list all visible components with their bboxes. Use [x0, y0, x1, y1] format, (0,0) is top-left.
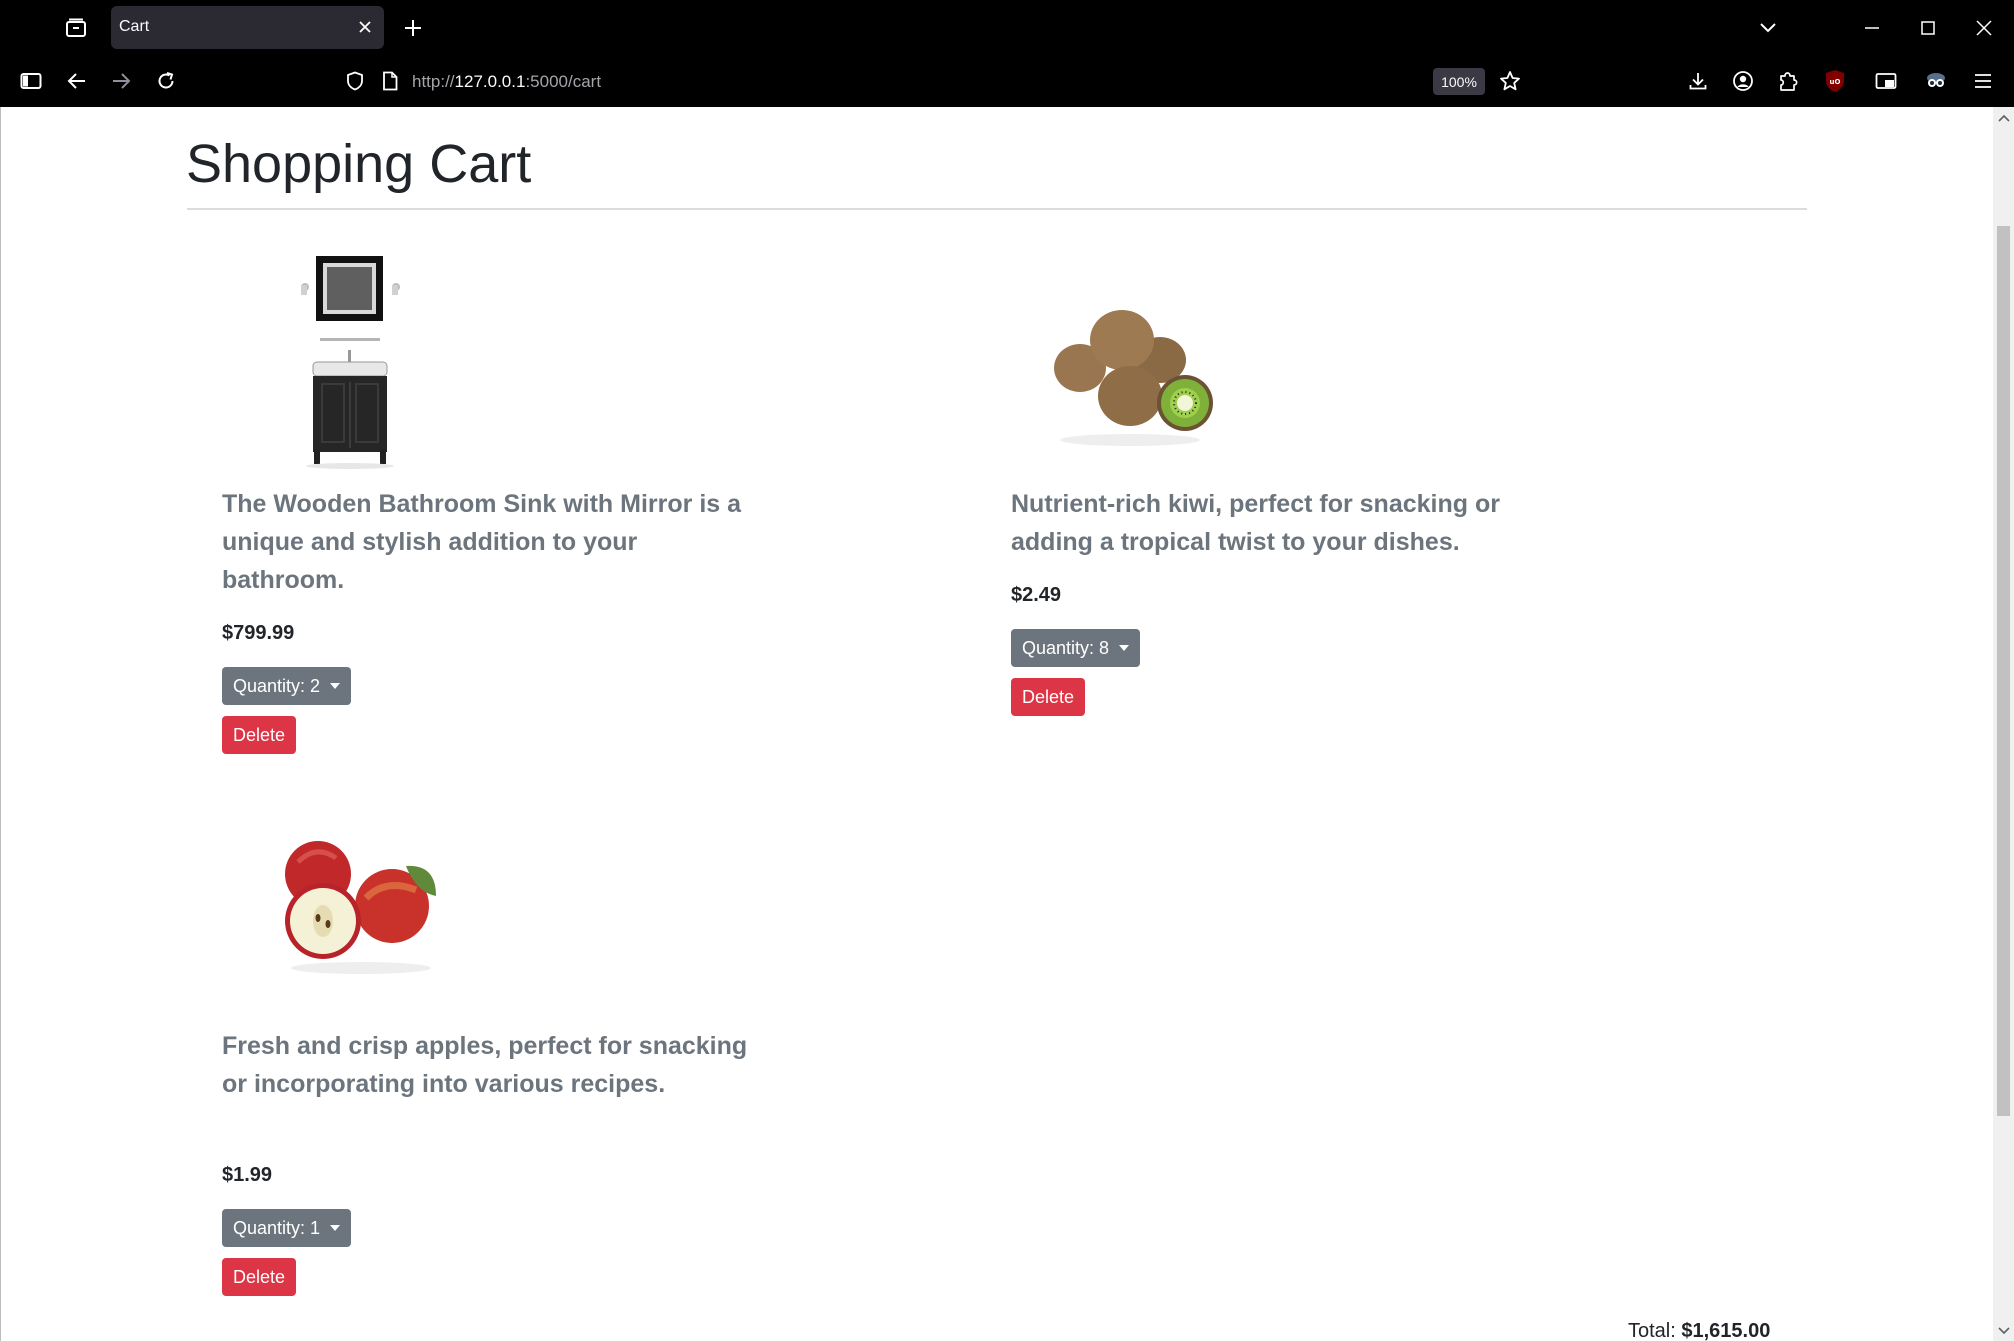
picture-in-picture-icon[interactable] [1872, 69, 1900, 93]
product-description: Fresh and crisp apples, perfect for snac… [222, 1032, 748, 1098]
product-image-bathroom-sink [270, 250, 420, 470]
url-scheme: http:// [412, 72, 455, 91]
url-bar[interactable]: http://127.0.0.1:5000/cart [412, 72, 601, 92]
app-menu-hamburger-icon[interactable] [1970, 69, 1996, 93]
product-description: Nutrient-rich kiwi, perfect for snacking… [1011, 490, 1500, 556]
cart-total: Total: $1,615.00 [1628, 1320, 1770, 1341]
total-label: Total: [1628, 1320, 1676, 1341]
product-price: $799.99 [222, 622, 295, 644]
list-all-tabs-chevron-icon[interactable] [1756, 16, 1780, 40]
scrollbar-thumb[interactable] [1997, 226, 2010, 1116]
forward-arrow-icon[interactable] [108, 69, 134, 93]
new-tab-plus-icon[interactable] [401, 16, 425, 40]
product-price: $1.99 [222, 1164, 273, 1186]
quantity-label: Quantity: 8 [1022, 637, 1110, 658]
sidebar-toggle-icon[interactable] [18, 69, 44, 93]
scroll-down-arrow-icon[interactable] [1994, 1322, 2013, 1339]
product-price: $2.49 [1011, 584, 1062, 606]
caret-down-icon [330, 1225, 341, 1231]
svg-text:uO: uO [1830, 78, 1841, 86]
url-path: :5000/cart [525, 72, 602, 91]
window-maximize-icon[interactable] [1916, 16, 1940, 40]
delete-button[interactable]: Delete [1011, 678, 1086, 716]
extensions-puzzle-icon[interactable] [1775, 69, 1801, 93]
tracking-protection-shield-icon[interactable] [343, 69, 367, 93]
delete-button[interactable]: Delete [222, 716, 297, 754]
tab-title: Cart [119, 18, 150, 35]
quantity-dropdown[interactable]: Quantity: 8 [1011, 629, 1141, 667]
delete-button[interactable]: Delete [222, 1258, 297, 1296]
window-minimize-icon[interactable] [1860, 16, 1884, 40]
downloads-icon[interactable] [1685, 69, 1711, 93]
caret-down-icon [330, 683, 341, 689]
zoom-level-badge[interactable]: 100% [1433, 68, 1485, 95]
window-close-icon[interactable] [1972, 16, 1996, 40]
scroll-up-arrow-icon[interactable] [1994, 109, 2013, 126]
bookmark-star-icon[interactable] [1497, 69, 1523, 93]
product-image-apples [276, 838, 446, 978]
quantity-dropdown[interactable]: Quantity: 1 [222, 1209, 352, 1247]
privacy-extension-icon[interactable] [1923, 69, 1949, 93]
quantity-label: Quantity: 1 [233, 1217, 321, 1238]
browser-navigation-bar [0, 56, 2014, 107]
tab-overview-icon[interactable] [62, 16, 90, 40]
quantity-label: Quantity: 2 [233, 675, 321, 696]
product-image-kiwi [1040, 300, 1220, 450]
account-icon[interactable] [1730, 69, 1756, 93]
active-tab[interactable] [111, 6, 384, 49]
tab-close-icon[interactable] [354, 16, 376, 38]
total-value: $1,615.00 [1681, 1320, 1771, 1341]
back-arrow-icon[interactable] [64, 69, 90, 93]
page-info-icon[interactable] [379, 69, 401, 93]
quantity-dropdown[interactable]: Quantity: 2 [222, 667, 352, 705]
product-description: The Wooden Bathroom Sink with Mirror is … [222, 490, 742, 594]
url-host: 127.0.0.1 [454, 72, 526, 91]
caret-down-icon [1119, 645, 1130, 651]
ublock-origin-icon[interactable]: uO [1822, 67, 1848, 95]
reload-icon[interactable] [153, 69, 179, 93]
title-divider [187, 208, 1807, 210]
page-title: Shopping Cart [186, 134, 532, 194]
